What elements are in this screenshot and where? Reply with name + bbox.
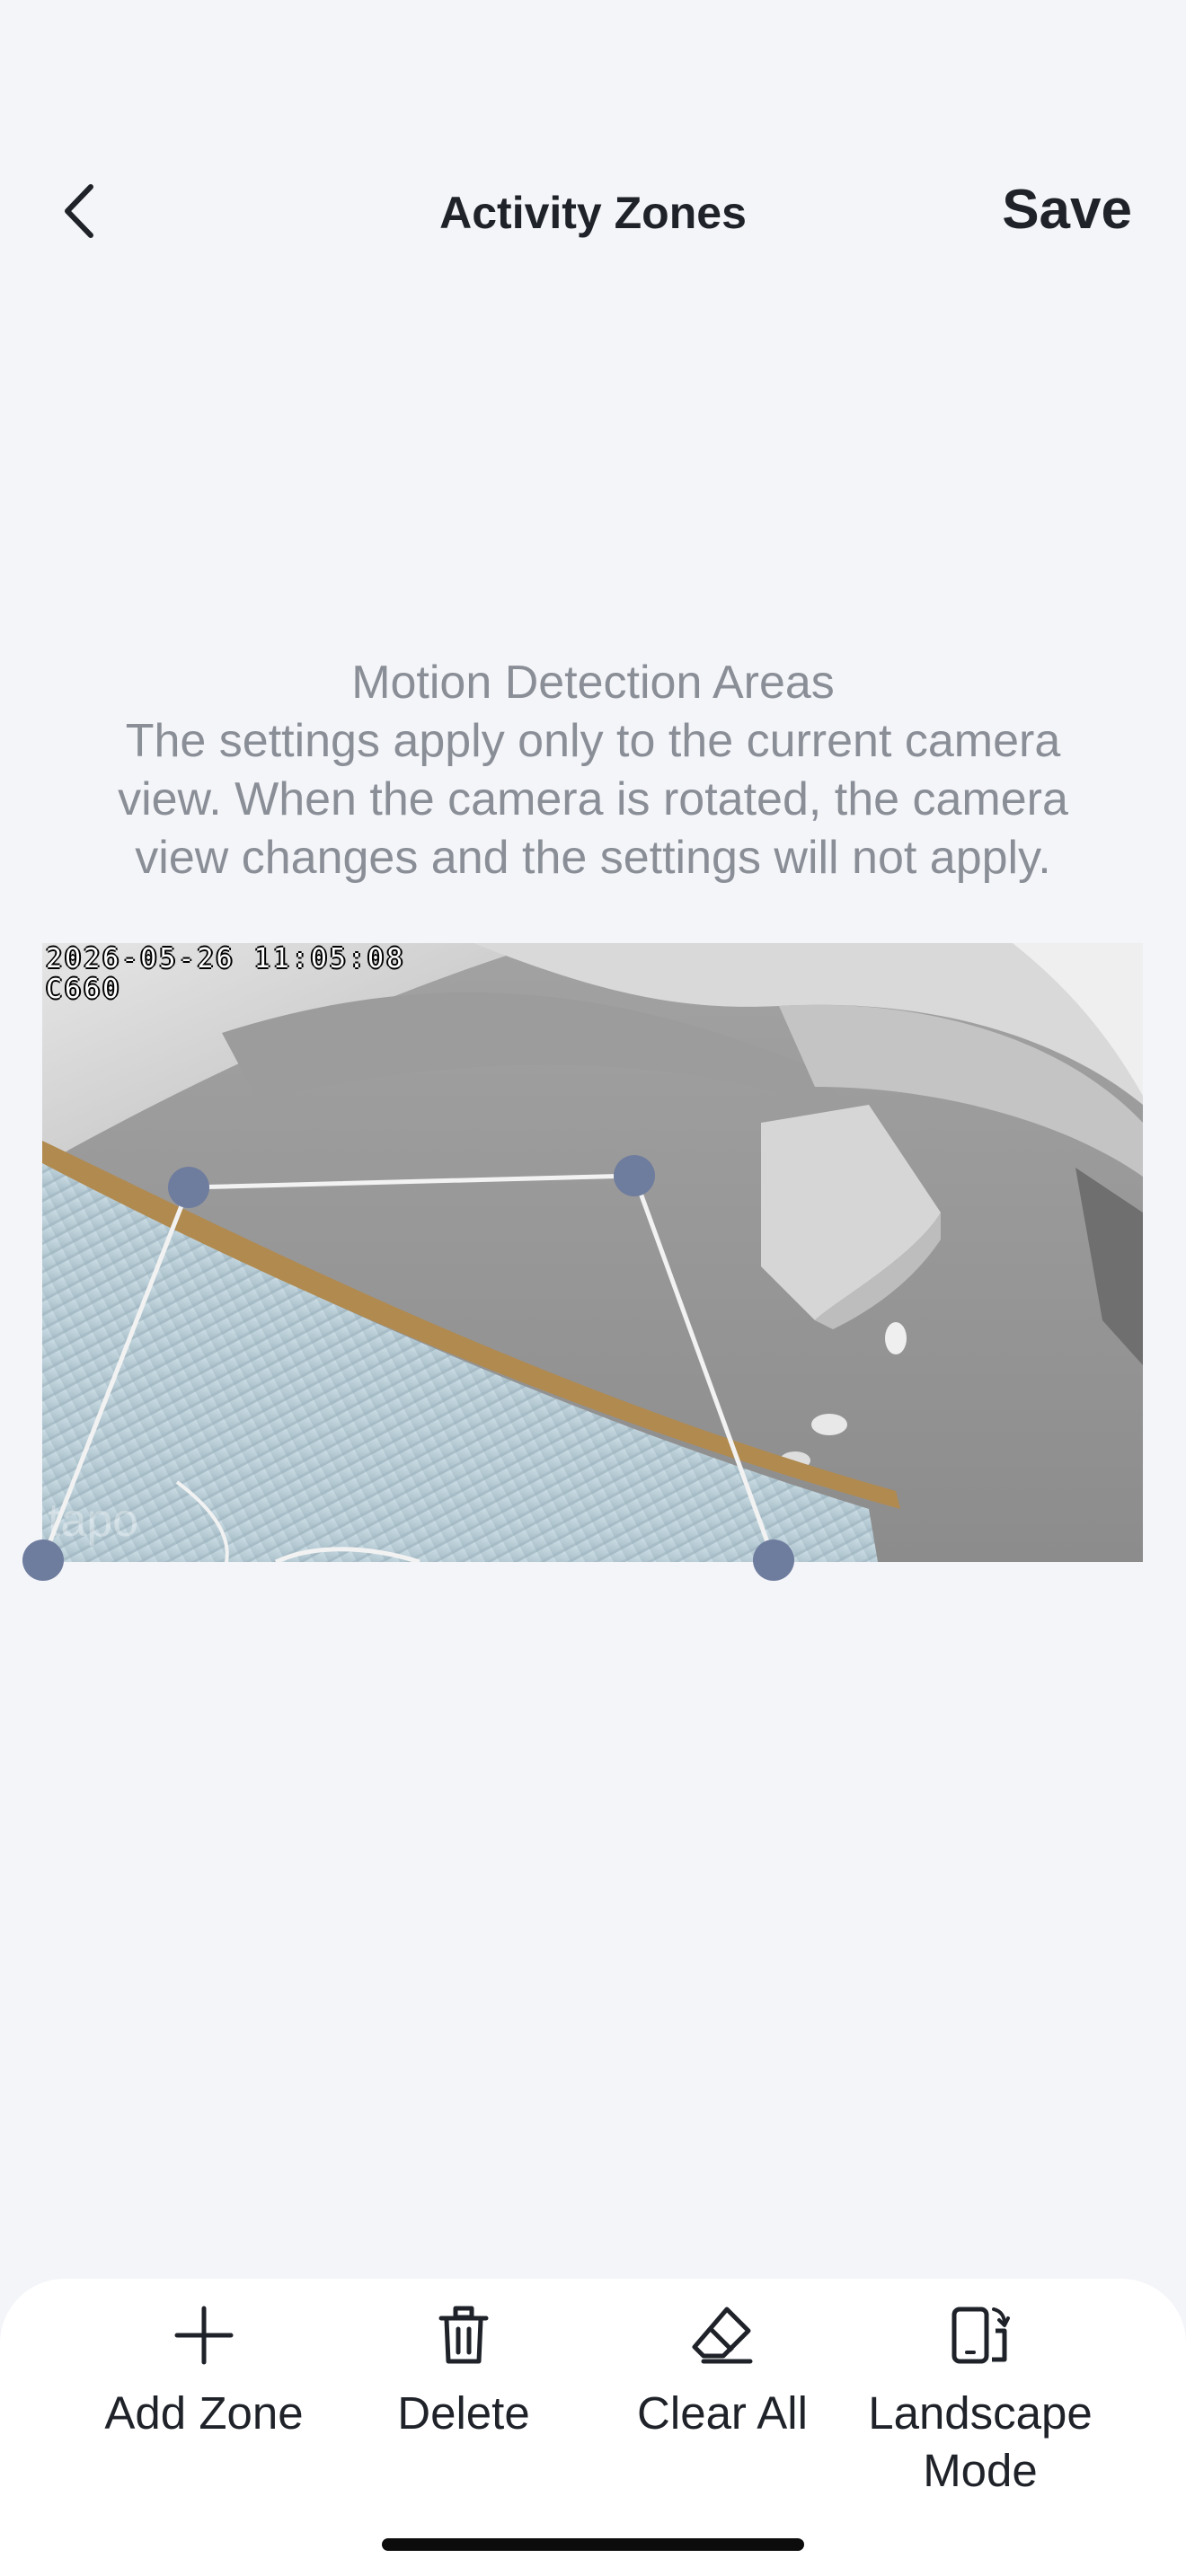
rotate-device-icon [951,2307,1010,2364]
description-heading: Motion Detection Areas [351,657,835,709]
camera-watermark: tapo [48,1495,138,1547]
camera-osd: 2026-05-26 11:05:08 C660 [46,944,405,1005]
landscape-mode-label-line2: Mode [923,2445,1038,2496]
delete-label: Delete [397,2387,530,2439]
save-button[interactable]: Save [1002,178,1132,242]
zone-handle-bottom-left[interactable] [22,1539,64,1581]
trash-icon [438,2306,489,2364]
zone-handle-top-right[interactable] [614,1155,655,1196]
clear-all-label: Clear All [637,2387,808,2439]
zone-handle-top-left[interactable] [168,1167,209,1208]
camera-view[interactable]: tapo 2026-05-26 11:05:08 C660 [42,943,1143,1562]
zone-handle-bottom-right[interactable] [753,1539,794,1581]
navigation-bar: Activity Zones Save [0,153,1186,269]
bottom-toolbar: Add Zone Delete Clear All Landscape Mode [0,2279,1186,2576]
camera-model: C660 [46,974,122,1005]
add-zone-label: Add Zone [104,2387,304,2439]
description-block: Motion Detection Areas The settings appl… [72,654,1114,887]
eraser-icon [692,2307,753,2364]
description-line: The settings apply only to the current c… [125,715,1061,767]
description-line: view changes and the settings will not a… [135,832,1051,884]
landscape-mode-label-line1: Landscape [868,2387,1093,2439]
camera-frame-image: tapo [42,943,1143,1562]
landscape-mode-label: Landscape Mode [863,2385,1097,2500]
description-line: view. When the camera is rotated, the ca… [118,773,1068,825]
plus-icon [174,2306,234,2365]
camera-timestamp: 2026-05-26 11:05:08 [46,943,406,975]
home-indicator [382,2538,804,2551]
